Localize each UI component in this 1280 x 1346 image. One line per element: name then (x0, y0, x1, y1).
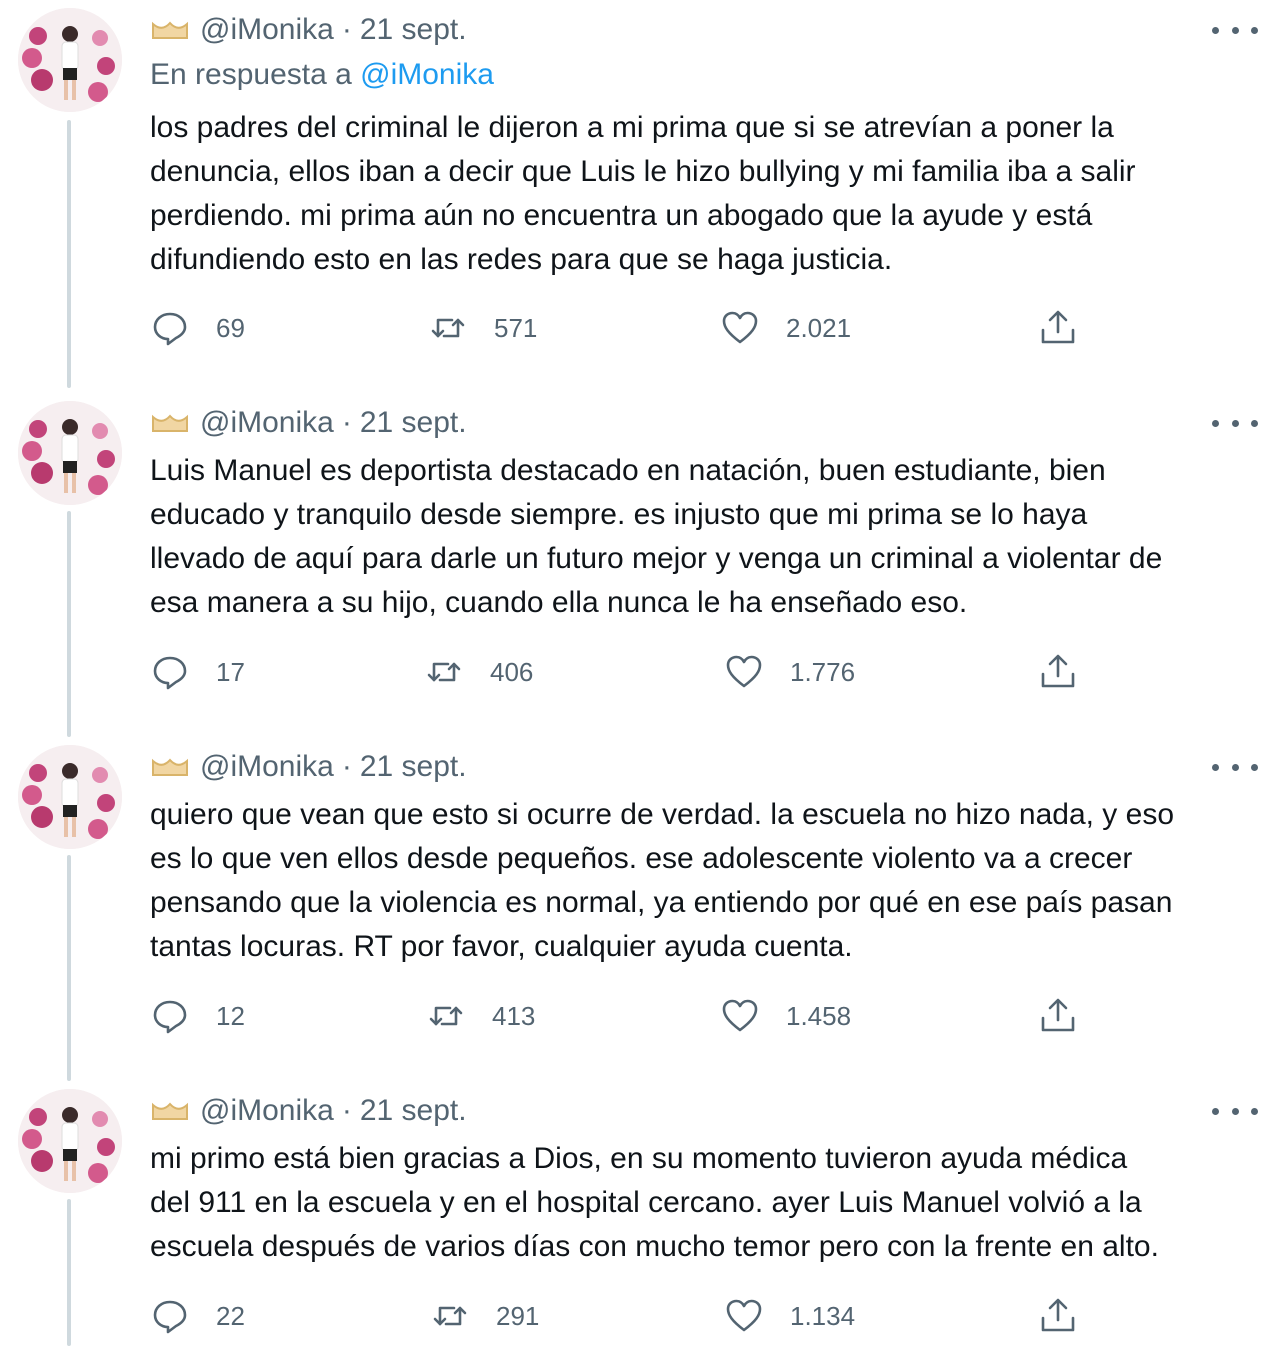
heart-icon (726, 1299, 762, 1332)
tweet-header: @iMonika · 21 sept. (150, 747, 467, 787)
retweet-count: 406 (490, 656, 534, 687)
gold-badge-icon (150, 1099, 190, 1123)
author-handle[interactable]: @iMonika (200, 750, 334, 784)
tweet-date[interactable]: 21 sept. (360, 1094, 467, 1128)
tweet[interactable]: @iMonika · 21 sept. mi primo está bien g… (0, 1081, 1280, 1346)
share-button[interactable] (1038, 652, 1078, 692)
reply-icon (153, 1300, 187, 1334)
more-options-icon[interactable] (1212, 409, 1258, 437)
reply-count: 22 (216, 1300, 245, 1331)
retweet-count: 291 (496, 1300, 540, 1331)
share-icon (1041, 1298, 1075, 1332)
more-options-icon[interactable] (1212, 16, 1258, 44)
separator: · (341, 13, 352, 46)
like-button[interactable]: 2.021 (720, 308, 851, 348)
tweet[interactable]: @iMonika · 21 sept. quiero que vean que … (0, 737, 1280, 1081)
like-count: 1.776 (790, 656, 856, 687)
more-options-icon[interactable] (1212, 1097, 1258, 1125)
tweet-header: @iMonika · 21 sept. (150, 1091, 467, 1131)
avatar[interactable] (18, 745, 122, 849)
like-count: 1.134 (790, 1300, 856, 1331)
like-count: 2.021 (786, 312, 852, 343)
tweet-date[interactable]: 21 sept. (360, 13, 467, 47)
retweet-button[interactable]: 413 (426, 996, 535, 1036)
reply-count: 69 (216, 312, 245, 343)
reply-mention-link[interactable]: @iMonika (360, 58, 494, 91)
retweet-icon (429, 1006, 463, 1026)
tweet-actions: 17 406 1.776 (0, 652, 1280, 692)
reply-button[interactable]: 69 (150, 308, 245, 348)
separator: · (341, 1094, 352, 1127)
like-count: 1.458 (786, 1000, 852, 1031)
reply-icon (153, 1000, 187, 1034)
retweet-icon (431, 318, 465, 338)
retweet-button[interactable]: 291 (430, 1296, 539, 1336)
tweet-header: @iMonika · 21 sept. (150, 10, 467, 50)
avatar[interactable] (18, 8, 122, 112)
tweet-header: @iMonika · 21 sept. (150, 403, 467, 443)
author-handle[interactable]: @iMonika (200, 406, 334, 440)
tweet-actions: 69 571 2.021 (0, 308, 1280, 348)
avatar[interactable] (18, 401, 122, 505)
tweet-text: mi primo está bien gracias a Dios, en su… (150, 1142, 1159, 1263)
like-button[interactable]: 1.134 (724, 1296, 855, 1336)
tweet[interactable]: @iMonika · 21 sept. Luis Manuel es depor… (0, 393, 1280, 737)
retweet-button[interactable]: 406 (424, 652, 533, 692)
gold-badge-icon (150, 755, 190, 779)
author-handle[interactable]: @iMonika (200, 1094, 334, 1128)
tweet-date[interactable]: 21 sept. (360, 750, 467, 784)
reply-button[interactable]: 22 (150, 1296, 245, 1336)
reply-count: 12 (216, 1000, 245, 1031)
tweet-actions: 22 291 1.134 (0, 1296, 1280, 1336)
retweet-count: 413 (492, 1000, 536, 1031)
tweet-actions: 12 413 1.458 (0, 996, 1280, 1036)
share-button[interactable] (1038, 308, 1078, 348)
reply-prefix: En respuesta a (150, 58, 352, 91)
share-icon (1041, 998, 1075, 1032)
reply-icon (153, 656, 187, 690)
author-handle[interactable]: @iMonika (200, 13, 334, 47)
tweet-text: quiero que vean que esto si ocurre de ve… (150, 798, 1175, 963)
share-icon (1041, 310, 1075, 344)
like-button[interactable]: 1.458 (720, 996, 851, 1036)
more-options-icon[interactable] (1212, 753, 1258, 781)
retweet-icon (433, 1306, 467, 1326)
retweet-button[interactable]: 571 (428, 308, 537, 348)
reply-button[interactable]: 17 (150, 652, 245, 692)
gold-badge-icon (150, 411, 190, 435)
tweet[interactable]: @iMonika · 21 sept. En respuesta a @iMon… (0, 0, 1280, 388)
share-icon (1041, 654, 1075, 688)
thread-line (67, 855, 71, 1081)
thread-line (67, 511, 71, 737)
heart-icon (722, 311, 758, 344)
heart-icon (722, 999, 758, 1032)
heart-icon (726, 655, 762, 688)
share-button[interactable] (1038, 996, 1078, 1036)
tweet-text: Luis Manuel es deportista destacado en n… (150, 454, 1163, 619)
retweet-count: 571 (494, 312, 538, 343)
share-button[interactable] (1038, 1296, 1078, 1336)
separator: · (341, 750, 352, 783)
gold-badge-icon (150, 18, 190, 42)
reply-count: 17 (216, 656, 245, 687)
retweet-icon (427, 662, 461, 682)
separator: · (341, 406, 352, 439)
reply-context: En respuesta a @iMonika (150, 58, 494, 92)
reply-button[interactable]: 12 (150, 996, 245, 1036)
tweet-text: los padres del criminal le dijeron a mi … (150, 111, 1136, 276)
avatar[interactable] (18, 1089, 122, 1193)
tweet-date[interactable]: 21 sept. (360, 406, 467, 440)
like-button[interactable]: 1.776 (724, 652, 855, 692)
reply-icon (153, 312, 187, 346)
